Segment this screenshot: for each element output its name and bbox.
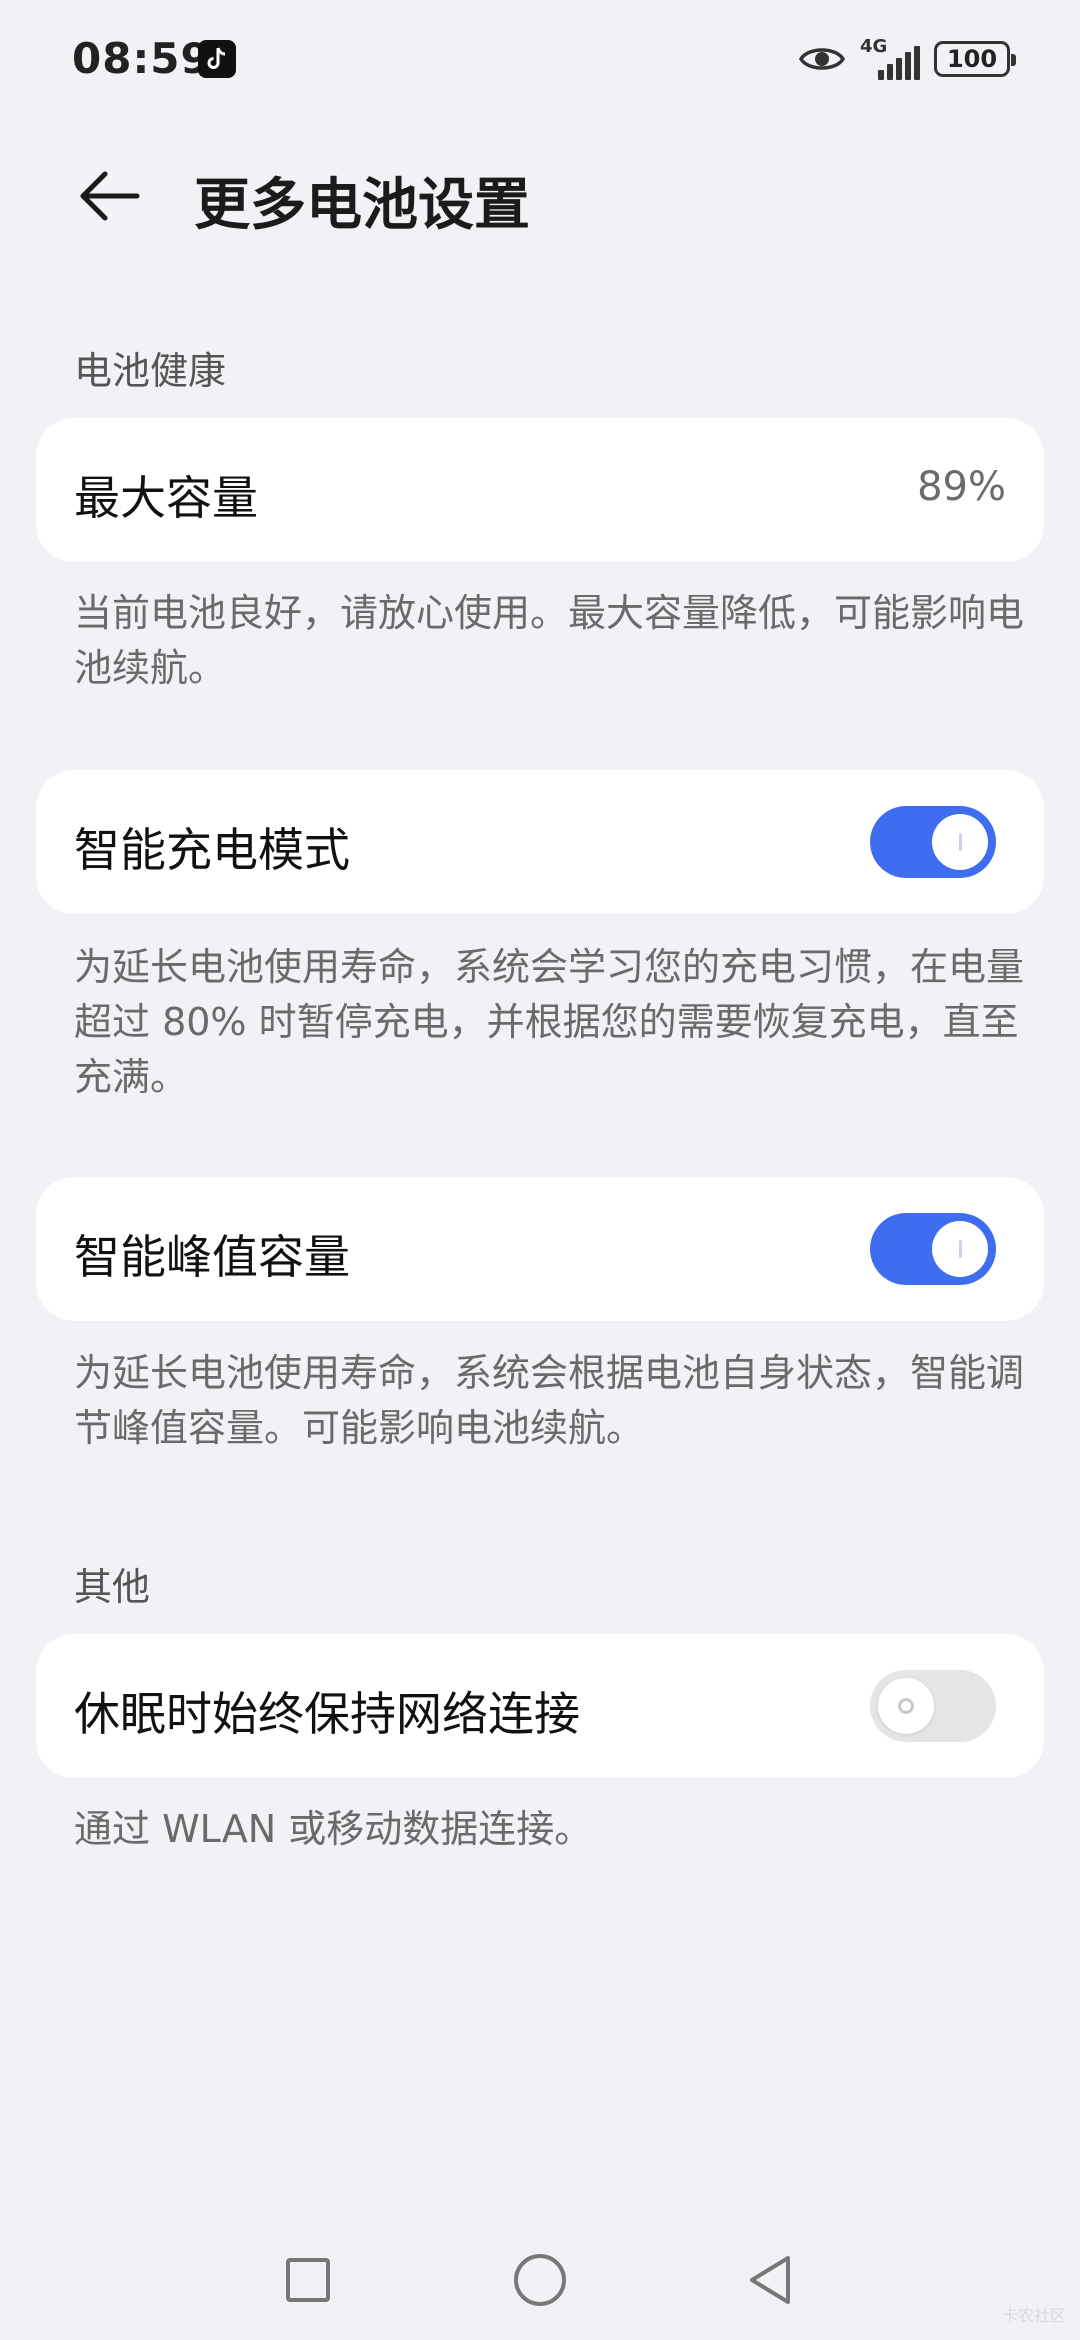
- max-capacity-value: 89%: [917, 464, 1006, 510]
- signal-icon: 4G: [860, 36, 920, 80]
- watermark: 卡农社区: [1001, 2306, 1066, 2325]
- arrow-left-icon: [80, 171, 140, 221]
- max-capacity-description: 当前电池良好，请放心使用。最大容量降低，可能影响电池续航。: [74, 591, 1025, 690]
- status-icons: 4G 100: [798, 36, 1016, 80]
- toggle-knob: [932, 814, 988, 870]
- toggle-knob: [878, 1678, 934, 1734]
- section-title-other: 其他: [74, 1565, 151, 1609]
- status-time: 08:59: [72, 34, 211, 83]
- page-title: 更多电池设置: [194, 173, 530, 238]
- smart-charging-row[interactable]: 智能充电模式: [36, 770, 1044, 914]
- back-button[interactable]: [70, 158, 146, 234]
- max-capacity-row[interactable]: 最大容量 89%: [36, 418, 1044, 562]
- smart-charging-toggle[interactable]: [870, 806, 996, 878]
- status-bar: 08:59 4G 100: [0, 0, 1080, 120]
- eye-icon: [798, 48, 846, 70]
- keep-network-label: 休眠时始终保持网络连接: [74, 1687, 580, 1741]
- smart-charging-description: 为延长电池使用寿命，系统会学习您的充电习惯，在电量超过 80% 时暂停充电，并根…: [74, 945, 1025, 1099]
- navigation-bar: 卡农社区: [0, 2240, 1080, 2340]
- keep-network-description: 通过 WLAN 或移动数据连接。: [74, 1807, 593, 1851]
- smart-peak-toggle[interactable]: [870, 1213, 996, 1285]
- keep-network-row[interactable]: 休眠时始终保持网络连接: [36, 1634, 1044, 1778]
- toggle-knob: [932, 1221, 988, 1277]
- home-icon[interactable]: [514, 2254, 566, 2306]
- smart-peak-label: 智能峰值容量: [74, 1230, 350, 1284]
- section-title-battery-health: 电池健康: [74, 349, 227, 393]
- tiktok-icon: [198, 40, 236, 78]
- smart-charging-label: 智能充电模式: [74, 823, 350, 877]
- max-capacity-label: 最大容量: [74, 471, 258, 525]
- back-icon[interactable]: [744, 2252, 794, 2308]
- smart-peak-description: 为延长电池使用寿命，系统会根据电池自身状态，智能调节峰值容量。可能影响电池续航。: [74, 1351, 1025, 1450]
- battery-settings-page: 08:59 4G 100 更多电池设置 电池健康 最大容量 89% 当前电池良好…: [0, 0, 1080, 2340]
- keep-network-toggle[interactable]: [870, 1670, 996, 1742]
- recent-apps-icon[interactable]: [286, 2258, 330, 2302]
- battery-level: 100: [946, 45, 998, 73]
- smart-peak-row[interactable]: 智能峰值容量: [36, 1177, 1044, 1321]
- battery-icon: 100: [934, 41, 1016, 77]
